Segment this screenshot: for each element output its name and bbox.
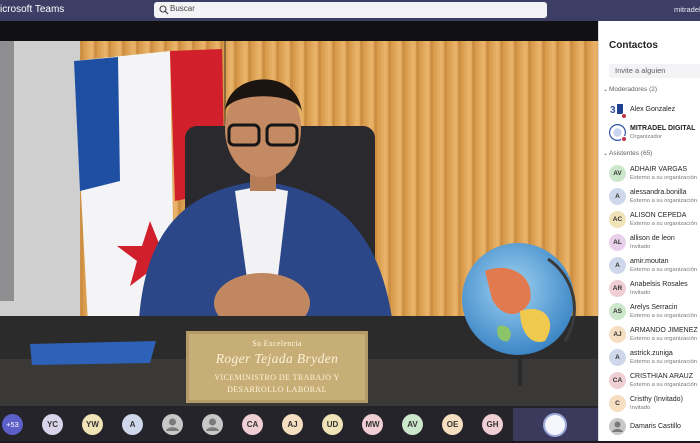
person-icon — [612, 421, 623, 432]
moderator-item[interactable]: 3 Alex Gonzalez — [609, 101, 700, 121]
search-icon — [159, 5, 169, 15]
contacts-panel: Contactos Invite a alguien ⌄Moderadores … — [598, 21, 700, 441]
person-name: alessandra.bonilla — [630, 189, 687, 196]
person-affiliation: Externo a su organización — [630, 175, 698, 181]
participant-chip[interactable] — [162, 414, 183, 435]
person-role: Organizador — [630, 134, 662, 140]
attendee-item[interactable]: Aamir.moutan Externo a su organización — [609, 257, 700, 277]
person-name: ARMANDO JIMENEZ — [630, 327, 698, 334]
person-name: Alex Gonzalez — [630, 106, 676, 113]
svg-text:3: 3 — [610, 105, 616, 116]
avatar: A — [609, 188, 626, 205]
participant-chip[interactable]: AJ — [282, 414, 303, 435]
participant-chip[interactable]: YC — [42, 414, 63, 435]
attendees-section-toggle[interactable]: ⌄Asistentes (65) — [603, 150, 652, 157]
person-affiliation: Invitado — [630, 405, 651, 411]
invite-input[interactable]: Invite a alguien — [609, 64, 700, 78]
attendee-item[interactable]: C Cristhy (Invitado) Invitado — [609, 395, 700, 415]
search-placeholder: Buscar — [170, 4, 195, 13]
placard-role-line1: VICEMINISTRO DE TRABAJO Y — [214, 373, 340, 382]
person-name: Cristhy (Invitado) — [630, 396, 683, 403]
person-affiliation: Externo a su organización — [630, 336, 698, 342]
attendee-item[interactable]: Aalessandra.bonilla Externo a su organiza… — [609, 188, 700, 208]
person-affiliation: Externo a su organización — [630, 198, 698, 204]
participant-chip[interactable]: YW — [82, 414, 103, 435]
person-affiliation: Externo a su organización — [630, 221, 698, 227]
person-name: MITRADEL DIGITAL — [630, 125, 696, 132]
status-busy-icon — [621, 113, 627, 119]
placard-honorific: Su Excelencia — [252, 339, 302, 348]
participant-chip[interactable]: UD — [322, 414, 343, 435]
placard-role-line2: DESARROLLO LABORAL — [227, 385, 327, 394]
attendee-item[interactable]: CA CRISTHIAN ARAUZ Externo a su organizaci… — [609, 372, 700, 392]
person-icon — [166, 418, 179, 431]
person-affiliation: Invitado — [630, 244, 651, 250]
attendee-item[interactable]: AS Arelys Serracin Externo a su organizaci… — [609, 303, 700, 323]
moderators-label: Moderadores (2) — [609, 86, 658, 93]
more-participants-button[interactable]: +53 — [2, 414, 23, 435]
person-name: ALISON CEPEDA — [630, 212, 687, 219]
participant-chip[interactable]: A — [122, 414, 143, 435]
person-affiliation: Externo a su organización — [630, 267, 698, 273]
attendee-item[interactable]: AR Anabelsis Rosales Invitado — [609, 280, 700, 300]
person-name: astrick.zuniga — [630, 350, 673, 357]
avatar: AV — [609, 165, 626, 182]
video-stage[interactable]: Su Excelencia Roger Tejada Bryden VICEMI… — [0, 21, 598, 406]
participant-chip[interactable] — [202, 414, 223, 435]
person-name: Anabelsis Rosales — [630, 281, 688, 288]
person-name: CRISTHIAN ARAUZ — [630, 373, 694, 380]
avatar: AR — [609, 280, 626, 297]
person-affiliation: Invitado — [630, 290, 651, 296]
attendee-item[interactable]: AC ALISON CEPEDA Externo a su organización — [609, 211, 700, 231]
invite-placeholder: Invite a alguien — [615, 66, 666, 75]
avatar: AS — [609, 303, 626, 320]
person-icon — [206, 418, 219, 431]
person-name: Arelys Serracin — [630, 304, 678, 311]
avatar — [609, 418, 626, 435]
attendee-item[interactable]: AV ADHAIR VARGAS Externo a su organización — [609, 165, 700, 185]
name-placard: Su Excelencia Roger Tejada Bryden VICEMI… — [186, 332, 368, 404]
panel-title: Contactos — [609, 40, 658, 51]
participant-strip: +53 YC YW A CA AJ UD MW AV OE GH — [0, 406, 598, 441]
attendee-item[interactable]: AL allison de leon Invitado — [609, 234, 700, 254]
participant-chip[interactable]: GH — [482, 414, 503, 435]
participant-chip[interactable]: AV — [402, 414, 423, 435]
moderator-item[interactable]: MITRADEL DIGITAL Organizador — [609, 124, 700, 144]
avatar: AC — [609, 211, 626, 228]
person-name: Damaris Castillo — [630, 423, 681, 430]
person-affiliation: Externo a su organización — [630, 313, 698, 319]
person-name: allison de leon — [630, 235, 675, 242]
search-input[interactable]: Buscar — [154, 2, 547, 18]
participant-chip[interactable]: CA — [242, 414, 263, 435]
attendee-item[interactable]: Damaris Castillo — [609, 418, 700, 438]
avatar: CA — [609, 372, 626, 389]
title-bar: icrosoft Teams Buscar mitradel.g — [0, 0, 700, 21]
attendees-label: Asistentes (65) — [609, 150, 653, 157]
person-affiliation: Externo a su organización — [630, 382, 698, 388]
avatar: AL — [609, 234, 626, 251]
status-busy-icon — [621, 136, 627, 142]
participant-chip[interactable]: MW — [362, 414, 383, 435]
presenter-tile[interactable] — [513, 408, 598, 441]
avatar: A — [609, 349, 626, 366]
person-name: ADHAIR VARGAS — [630, 166, 688, 173]
signed-in-user[interactable]: mitradel.g — [674, 5, 700, 14]
attendee-item[interactable]: Aastrick.zuniga Externo a su organización — [609, 349, 700, 369]
app-title: icrosoft Teams — [0, 4, 65, 15]
placard-name: Roger Tejada Bryden — [215, 351, 339, 366]
person-affiliation: Externo a su organización — [630, 359, 698, 365]
avatar: A — [609, 257, 626, 274]
attendee-item[interactable]: AJ ARMANDO JIMENEZ Externo a su organizaci… — [609, 326, 700, 346]
avatar: AJ — [609, 326, 626, 343]
mitradel-logo-icon — [543, 413, 567, 437]
moderators-section-toggle[interactable]: ⌄Moderadores (2) — [603, 86, 657, 93]
person-name: amir.moutan — [630, 258, 669, 265]
participant-chip[interactable]: OE — [442, 414, 463, 435]
avatar: C — [609, 395, 626, 412]
